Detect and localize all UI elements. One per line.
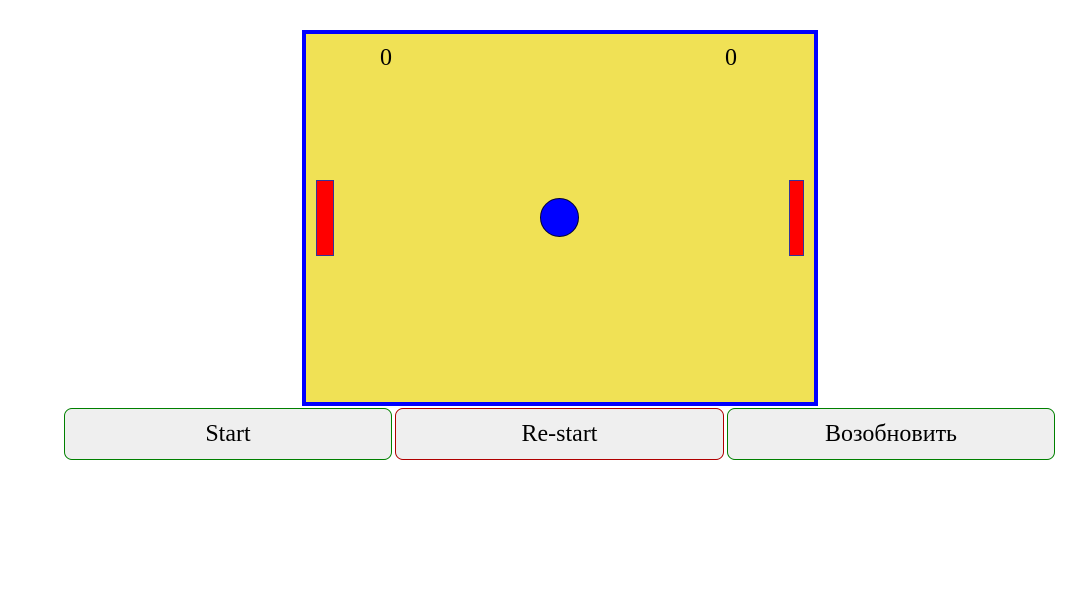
resume-button[interactable]: Возобновить (727, 408, 1055, 460)
score-left: 0 (380, 45, 392, 71)
control-buttons: Start Re-start Возобновить (64, 408, 1056, 460)
pong-game-page: 0 0 Start Re-start Возобновить (0, 0, 1082, 606)
paddle-left (316, 180, 334, 256)
start-button[interactable]: Start (64, 408, 392, 460)
score-right: 0 (725, 45, 737, 71)
restart-button[interactable]: Re-start (395, 408, 724, 460)
game-field: 0 0 (302, 30, 818, 406)
ball (540, 198, 579, 237)
paddle-right (789, 180, 804, 256)
